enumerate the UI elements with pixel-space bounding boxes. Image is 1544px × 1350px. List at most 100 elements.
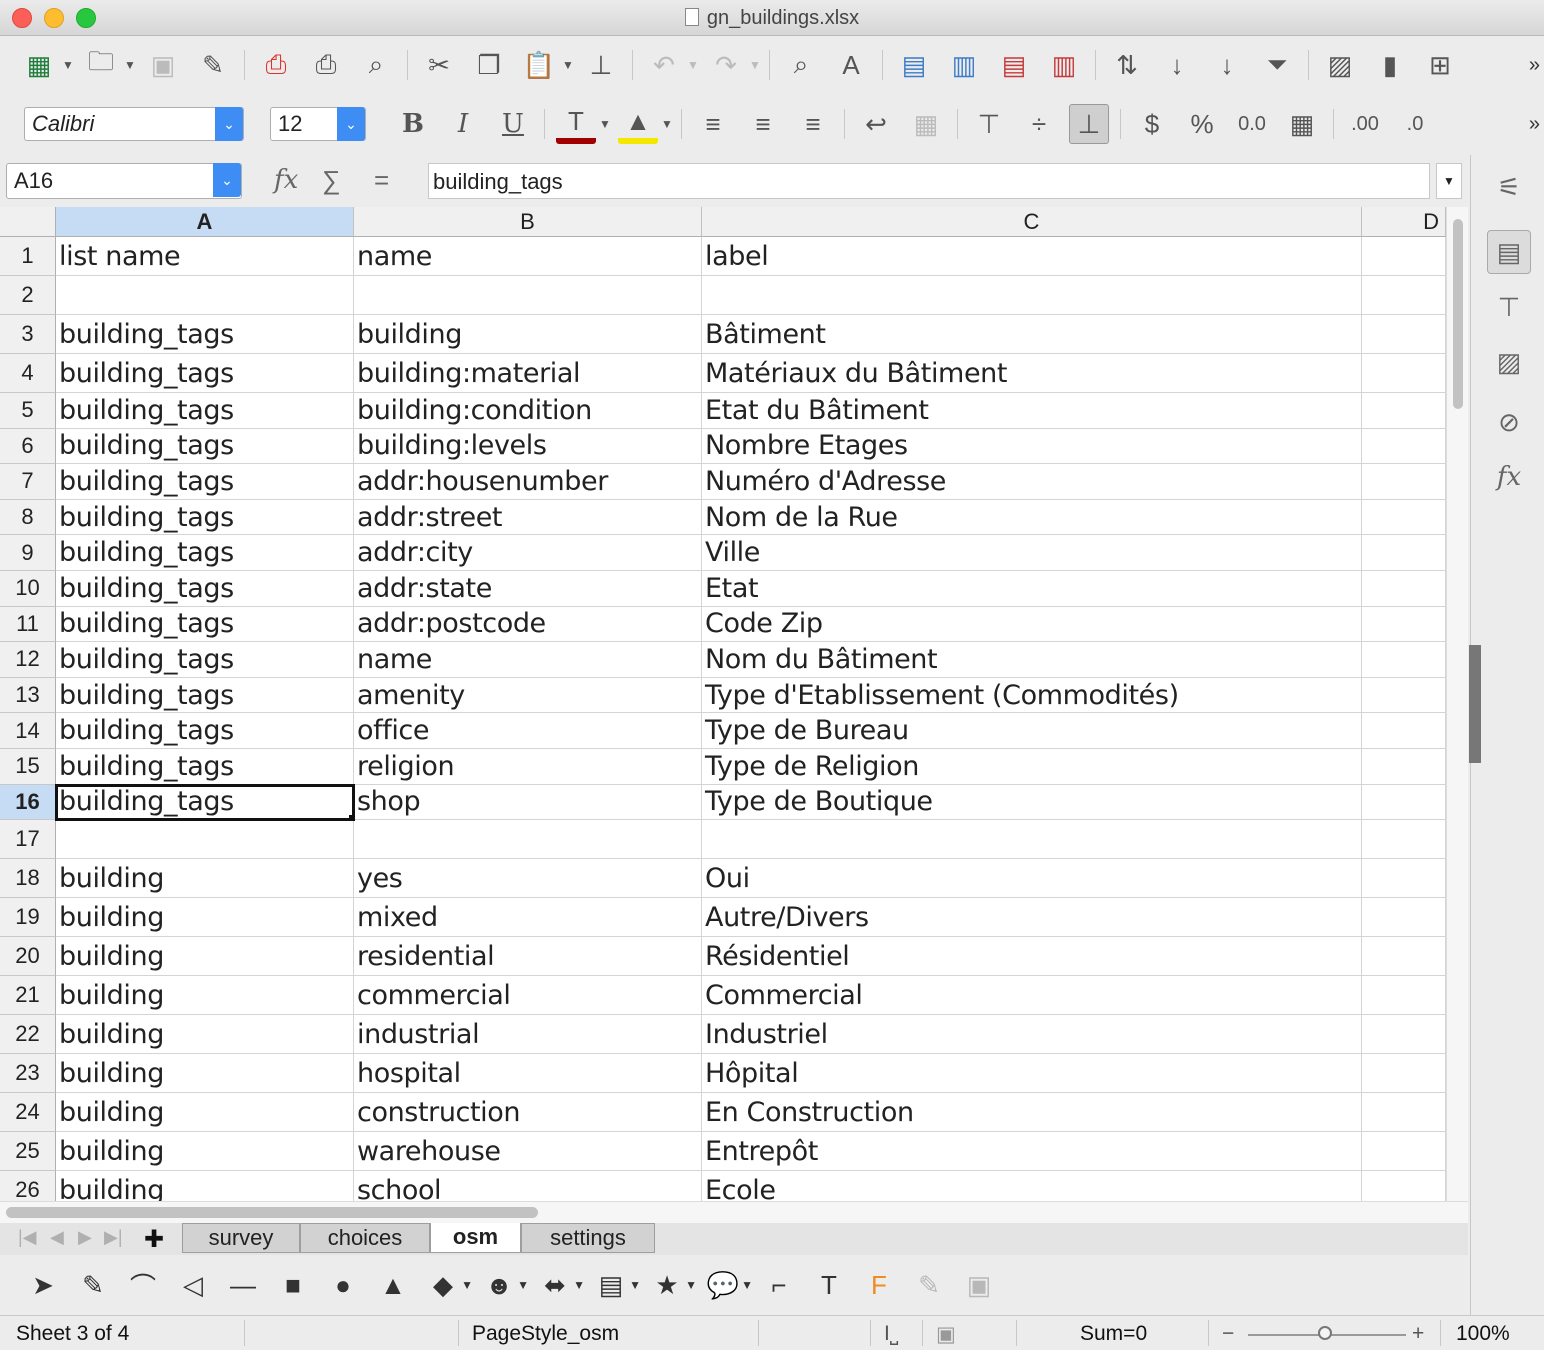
cell-c[interactable]: Oui (702, 859, 1362, 899)
cell-d[interactable] (1362, 976, 1446, 1016)
freeform-line-icon[interactable]: ✎ (75, 1267, 111, 1303)
cell-d[interactable] (1362, 237, 1446, 276)
cell-d[interactable] (1362, 276, 1446, 315)
row-header[interactable]: 20 (0, 937, 56, 977)
cell-c[interactable]: Type de Religion (702, 749, 1362, 785)
cell-d[interactable] (1362, 464, 1446, 500)
align-left-icon[interactable]: ≡ (693, 104, 733, 144)
wrap-text-icon[interactable]: ↩ (856, 104, 896, 144)
row-header[interactable]: 11 (0, 606, 56, 643)
cell-d[interactable] (1362, 606, 1446, 643)
toggle-extrusion-icon[interactable]: ✎ (911, 1267, 947, 1303)
fill-handle[interactable] (349, 815, 353, 820)
cell-c[interactable] (702, 276, 1362, 315)
redo-icon[interactable]: ↷ (706, 45, 746, 85)
row-header[interactable]: 8 (0, 499, 56, 536)
bold-icon[interactable]: B (393, 104, 433, 144)
add-decimal-icon[interactable]: .00 (1345, 104, 1385, 144)
cell-a[interactable] (56, 820, 354, 860)
cell-d[interactable] (1362, 1054, 1446, 1094)
row-header[interactable]: 21 (0, 976, 56, 1016)
cell-c[interactable]: Type d'Etablissement (Commodités) (702, 677, 1362, 714)
row-header[interactable]: 15 (0, 749, 56, 785)
row-header[interactable]: 22 (0, 1015, 56, 1055)
sheet-tab-osm[interactable]: osm (430, 1223, 521, 1253)
row-header[interactable]: 2 (0, 276, 56, 315)
cell-c[interactable]: Nom du Bâtiment (702, 642, 1362, 678)
points-icon[interactable]: ⌐ (761, 1267, 797, 1303)
chevron-down-icon[interactable]: ⌄ (213, 163, 241, 197)
cell-b[interactable]: commercial (354, 976, 702, 1016)
smiley-icon[interactable]: ☻ (481, 1267, 517, 1303)
insert-chart-icon[interactable]: ▮ (1370, 45, 1410, 85)
redo-dropdown-arrow[interactable]: ▼ (747, 45, 763, 85)
cell-d[interactable] (1362, 937, 1446, 977)
cell-a[interactable]: building (56, 1054, 354, 1094)
cell-c[interactable]: Nombre Etages (702, 428, 1362, 465)
cell-b[interactable]: building:material (354, 354, 702, 393)
cell-b[interactable]: yes (354, 859, 702, 899)
sum-icon[interactable]: ∑ (322, 165, 341, 196)
sort-ascending-icon[interactable]: ↓ (1157, 45, 1197, 85)
cell-c[interactable]: Etat du Bâtiment (702, 393, 1362, 429)
sort-descending-icon[interactable]: ↓ (1207, 45, 1247, 85)
select-all-corner[interactable] (0, 207, 56, 237)
cell-b[interactable]: mixed (354, 898, 702, 938)
cell-c[interactable]: Commercial (702, 976, 1362, 1016)
row-header[interactable]: 4 (0, 354, 56, 393)
cell-c[interactable]: Bâtiment (702, 315, 1362, 354)
cell-d[interactable] (1362, 499, 1446, 536)
cell-a[interactable]: building_tags (56, 713, 354, 749)
row-header[interactable]: 19 (0, 898, 56, 938)
cell-d[interactable] (1362, 749, 1446, 785)
selection-mode-icon[interactable]: I⎵ (884, 1322, 898, 1346)
cell-d[interactable] (1362, 713, 1446, 749)
cell-c[interactable]: Autre/Divers (702, 898, 1362, 938)
name-box[interactable]: A16 ⌄ (6, 163, 242, 199)
clone-formatting-icon[interactable]: ⊥ (581, 45, 621, 85)
cell-c[interactable]: Type de Bureau (702, 713, 1362, 749)
sheet-tab-survey[interactable]: survey (182, 1223, 300, 1253)
vertical-scroll-thumb[interactable] (1453, 219, 1463, 409)
cell-d[interactable] (1362, 1171, 1446, 1201)
row-header[interactable]: 23 (0, 1054, 56, 1094)
paste-dropdown-arrow[interactable]: ▼ (560, 45, 576, 85)
insert-image-icon[interactable]: ▨ (1320, 45, 1360, 85)
undo-dropdown-arrow[interactable]: ▼ (685, 45, 701, 85)
sort-icon[interactable]: ⇅ (1107, 45, 1147, 85)
cell-a[interactable]: building (56, 976, 354, 1016)
cell-a[interactable]: building (56, 1171, 354, 1201)
save-as-icon[interactable]: ✎ (193, 45, 233, 85)
highlight-color-icon[interactable]: ▲ (618, 104, 658, 144)
flowchart-dropdown-arrow[interactable]: ▼ (629, 1267, 641, 1303)
cell-d[interactable] (1362, 898, 1446, 938)
cell-d[interactable] (1362, 677, 1446, 714)
insert-column-icon[interactable]: ▥ (1044, 45, 1084, 85)
save-icon[interactable]: ▣ (143, 45, 183, 85)
open-folder-icon[interactable]: 🗀 (81, 45, 121, 85)
font-size-box[interactable]: 12 ⌄ (270, 107, 366, 141)
formula-icon[interactable]: = (374, 165, 389, 196)
row-header[interactable]: 17 (0, 820, 56, 860)
align-center-icon[interactable]: ≡ (743, 104, 783, 144)
sheet-tab-choices[interactable]: choices (300, 1223, 430, 1253)
flowchart-icon[interactable]: ▤ (593, 1267, 629, 1303)
styles-formatting-icon[interactable]: ⊤ (1487, 285, 1531, 329)
cell-d[interactable] (1362, 642, 1446, 678)
cell-c[interactable]: En Construction (702, 1093, 1362, 1133)
cell-d[interactable] (1362, 354, 1446, 393)
cell-d[interactable] (1362, 820, 1446, 860)
cell-d[interactable] (1362, 315, 1446, 354)
properties-sliders-icon[interactable]: ⚟ (1487, 165, 1531, 209)
first-sheet-icon[interactable]: |◀ (18, 1227, 37, 1248)
merge-cells-icon[interactable]: ▦ (906, 104, 946, 144)
cell-b[interactable] (354, 820, 702, 860)
cell-a[interactable]: building (56, 1093, 354, 1133)
zoom-in-icon[interactable]: + (1412, 1322, 1424, 1346)
cell-a[interactable]: building (56, 1015, 354, 1055)
cell-a[interactable]: building_tags (56, 642, 354, 678)
curve-icon[interactable]: ⌒ (125, 1267, 161, 1303)
cell-b[interactable]: industrial (354, 1015, 702, 1055)
cell-c[interactable]: Ville (702, 535, 1362, 571)
row-header[interactable]: 16 (0, 784, 56, 821)
